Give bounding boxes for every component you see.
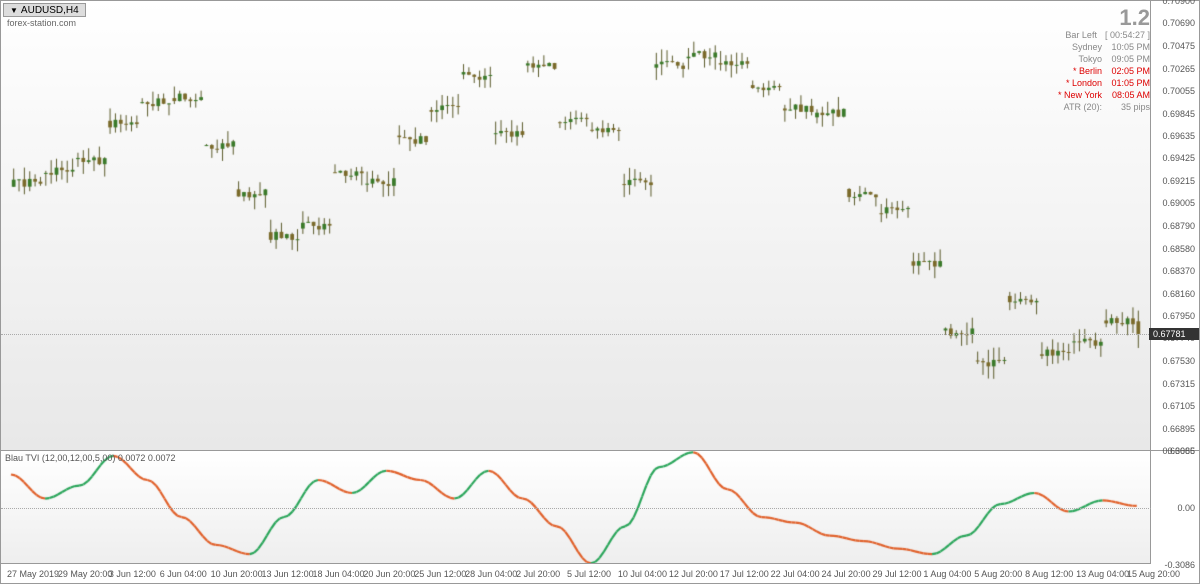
- x-tick: 25 Jun 12:00: [414, 569, 466, 579]
- indicator-y-tick: 0.3066: [1167, 446, 1195, 456]
- timezone-row: * New York 08:05 AM: [1052, 89, 1150, 101]
- x-tick: 8 Aug 12:00: [1025, 569, 1073, 579]
- y-tick: 0.70055: [1162, 86, 1195, 96]
- price-chart-panel[interactable]: ▼AUDUSD,H4 forex-station.com 1.2 Bar Lef…: [1, 1, 1151, 451]
- price-y-axis: 0.70900 0.70690 0.70475 0.70265 0.70055 0.698…: [1149, 1, 1199, 451]
- y-tick: 0.67315: [1162, 379, 1195, 389]
- atr-value: 35 pips: [1110, 101, 1150, 113]
- y-tick: 0.69845: [1162, 109, 1195, 119]
- current-price-marker: 0.67781: [1149, 328, 1199, 340]
- tz-time: 10:05 PM: [1110, 41, 1150, 53]
- price-canvas[interactable]: [1, 1, 1151, 451]
- chart-title-bar[interactable]: ▼AUDUSD,H4: [3, 3, 86, 17]
- bar-left-label: Bar Left: [1052, 29, 1097, 41]
- x-tick: 5 Jul 12:00: [567, 569, 611, 579]
- timezone-row: * London 01:05 PM: [1052, 77, 1150, 89]
- indicator-title: Blau TVI (12,00,12,00,5,00) 0.0072 0.007…: [5, 453, 175, 463]
- indicator-zero-line: [1, 508, 1151, 509]
- x-tick: 24 Jul 20:00: [822, 569, 871, 579]
- y-tick: 0.69635: [1162, 131, 1195, 141]
- x-tick: 18 Jun 04:00: [312, 569, 364, 579]
- atr-label: ATR (20):: [1057, 101, 1102, 113]
- x-tick: 13 Jun 12:00: [262, 569, 314, 579]
- x-tick: 20 Jun 20:00: [363, 569, 415, 579]
- indicator-y-axis: 0.30660.00-0.3086: [1149, 451, 1199, 565]
- y-tick: 0.68160: [1162, 289, 1195, 299]
- x-tick: 13 Aug 04:00: [1076, 569, 1129, 579]
- y-tick: 0.69005: [1162, 198, 1195, 208]
- current-price-line: [1, 334, 1151, 335]
- y-tick: 0.70265: [1162, 64, 1195, 74]
- timezone-row: Sydney 10:05 PM: [1052, 41, 1150, 53]
- x-tick: 17 Jul 12:00: [720, 569, 769, 579]
- y-tick: 0.67105: [1162, 401, 1195, 411]
- tz-time: 02:05 PM: [1110, 65, 1150, 77]
- y-tick: 0.67530: [1162, 356, 1195, 366]
- bar-left-value: [ 00:54:27 ]: [1105, 29, 1150, 41]
- symbol-title: AUDUSD,H4: [21, 5, 79, 16]
- indicator-panel[interactable]: Blau TVI (12,00,12,00,5,00) 0.0072 0.007…: [1, 451, 1151, 565]
- info-panel: 1.2 Bar Left[ 00:54:27 ] Sydney10:05 PMT…: [1052, 7, 1150, 113]
- tz-city: Sydney: [1057, 41, 1102, 53]
- x-tick: 29 Jul 12:00: [872, 569, 921, 579]
- x-tick: 10 Jul 04:00: [618, 569, 667, 579]
- indicator-y-tick: 0.00: [1177, 503, 1195, 513]
- x-tick: 27 May 2019: [7, 569, 59, 579]
- timezone-row: * Berlin 02:05 PM: [1052, 65, 1150, 77]
- x-tick: 3 Jun 12:00: [109, 569, 156, 579]
- x-tick: 1 Aug 04:00: [923, 569, 971, 579]
- dropdown-arrow-icon: ▼: [10, 6, 18, 15]
- x-tick: 29 May 20:00: [58, 569, 113, 579]
- chart-window: ▼AUDUSD,H4 forex-station.com 1.2 Bar Lef…: [0, 0, 1200, 584]
- y-tick: 0.68580: [1162, 244, 1195, 254]
- x-tick: 15 Aug 20:00: [1127, 569, 1180, 579]
- tz-time: 09:05 PM: [1110, 53, 1150, 65]
- y-tick: 0.70690: [1162, 18, 1195, 28]
- x-tick: 28 Jun 04:00: [465, 569, 517, 579]
- watermark-subtitle: forex-station.com: [7, 18, 76, 28]
- y-tick: 0.69215: [1162, 176, 1195, 186]
- tz-city: * Berlin: [1057, 65, 1102, 77]
- y-tick: 0.70900: [1162, 0, 1195, 6]
- version-label: 1.2: [1052, 7, 1150, 29]
- y-tick: 0.68370: [1162, 266, 1195, 276]
- x-tick: 6 Jun 04:00: [160, 569, 207, 579]
- x-tick: 2 Jul 20:00: [516, 569, 560, 579]
- y-tick: 0.69425: [1162, 153, 1195, 163]
- tz-city: Tokyo: [1057, 53, 1102, 65]
- tz-city: * New York: [1057, 89, 1102, 101]
- y-tick: 0.68790: [1162, 221, 1195, 231]
- tz-city: * London: [1057, 77, 1102, 89]
- time-x-axis: 27 May 201929 May 20:003 Jun 12:00 6 Jun …: [1, 563, 1151, 583]
- y-tick: 0.70475: [1162, 41, 1195, 51]
- x-tick: 5 Aug 20:00: [974, 569, 1022, 579]
- timezone-row: Tokyo 09:05 PM: [1052, 53, 1150, 65]
- y-tick: 0.67950: [1162, 311, 1195, 321]
- x-tick: 22 Jul 04:00: [771, 569, 820, 579]
- y-tick: 0.66895: [1162, 424, 1195, 434]
- x-tick: 12 Jul 20:00: [669, 569, 718, 579]
- tz-time: 01:05 PM: [1110, 77, 1150, 89]
- x-tick: 10 Jun 20:00: [211, 569, 263, 579]
- tz-time: 08:05 AM: [1110, 89, 1150, 101]
